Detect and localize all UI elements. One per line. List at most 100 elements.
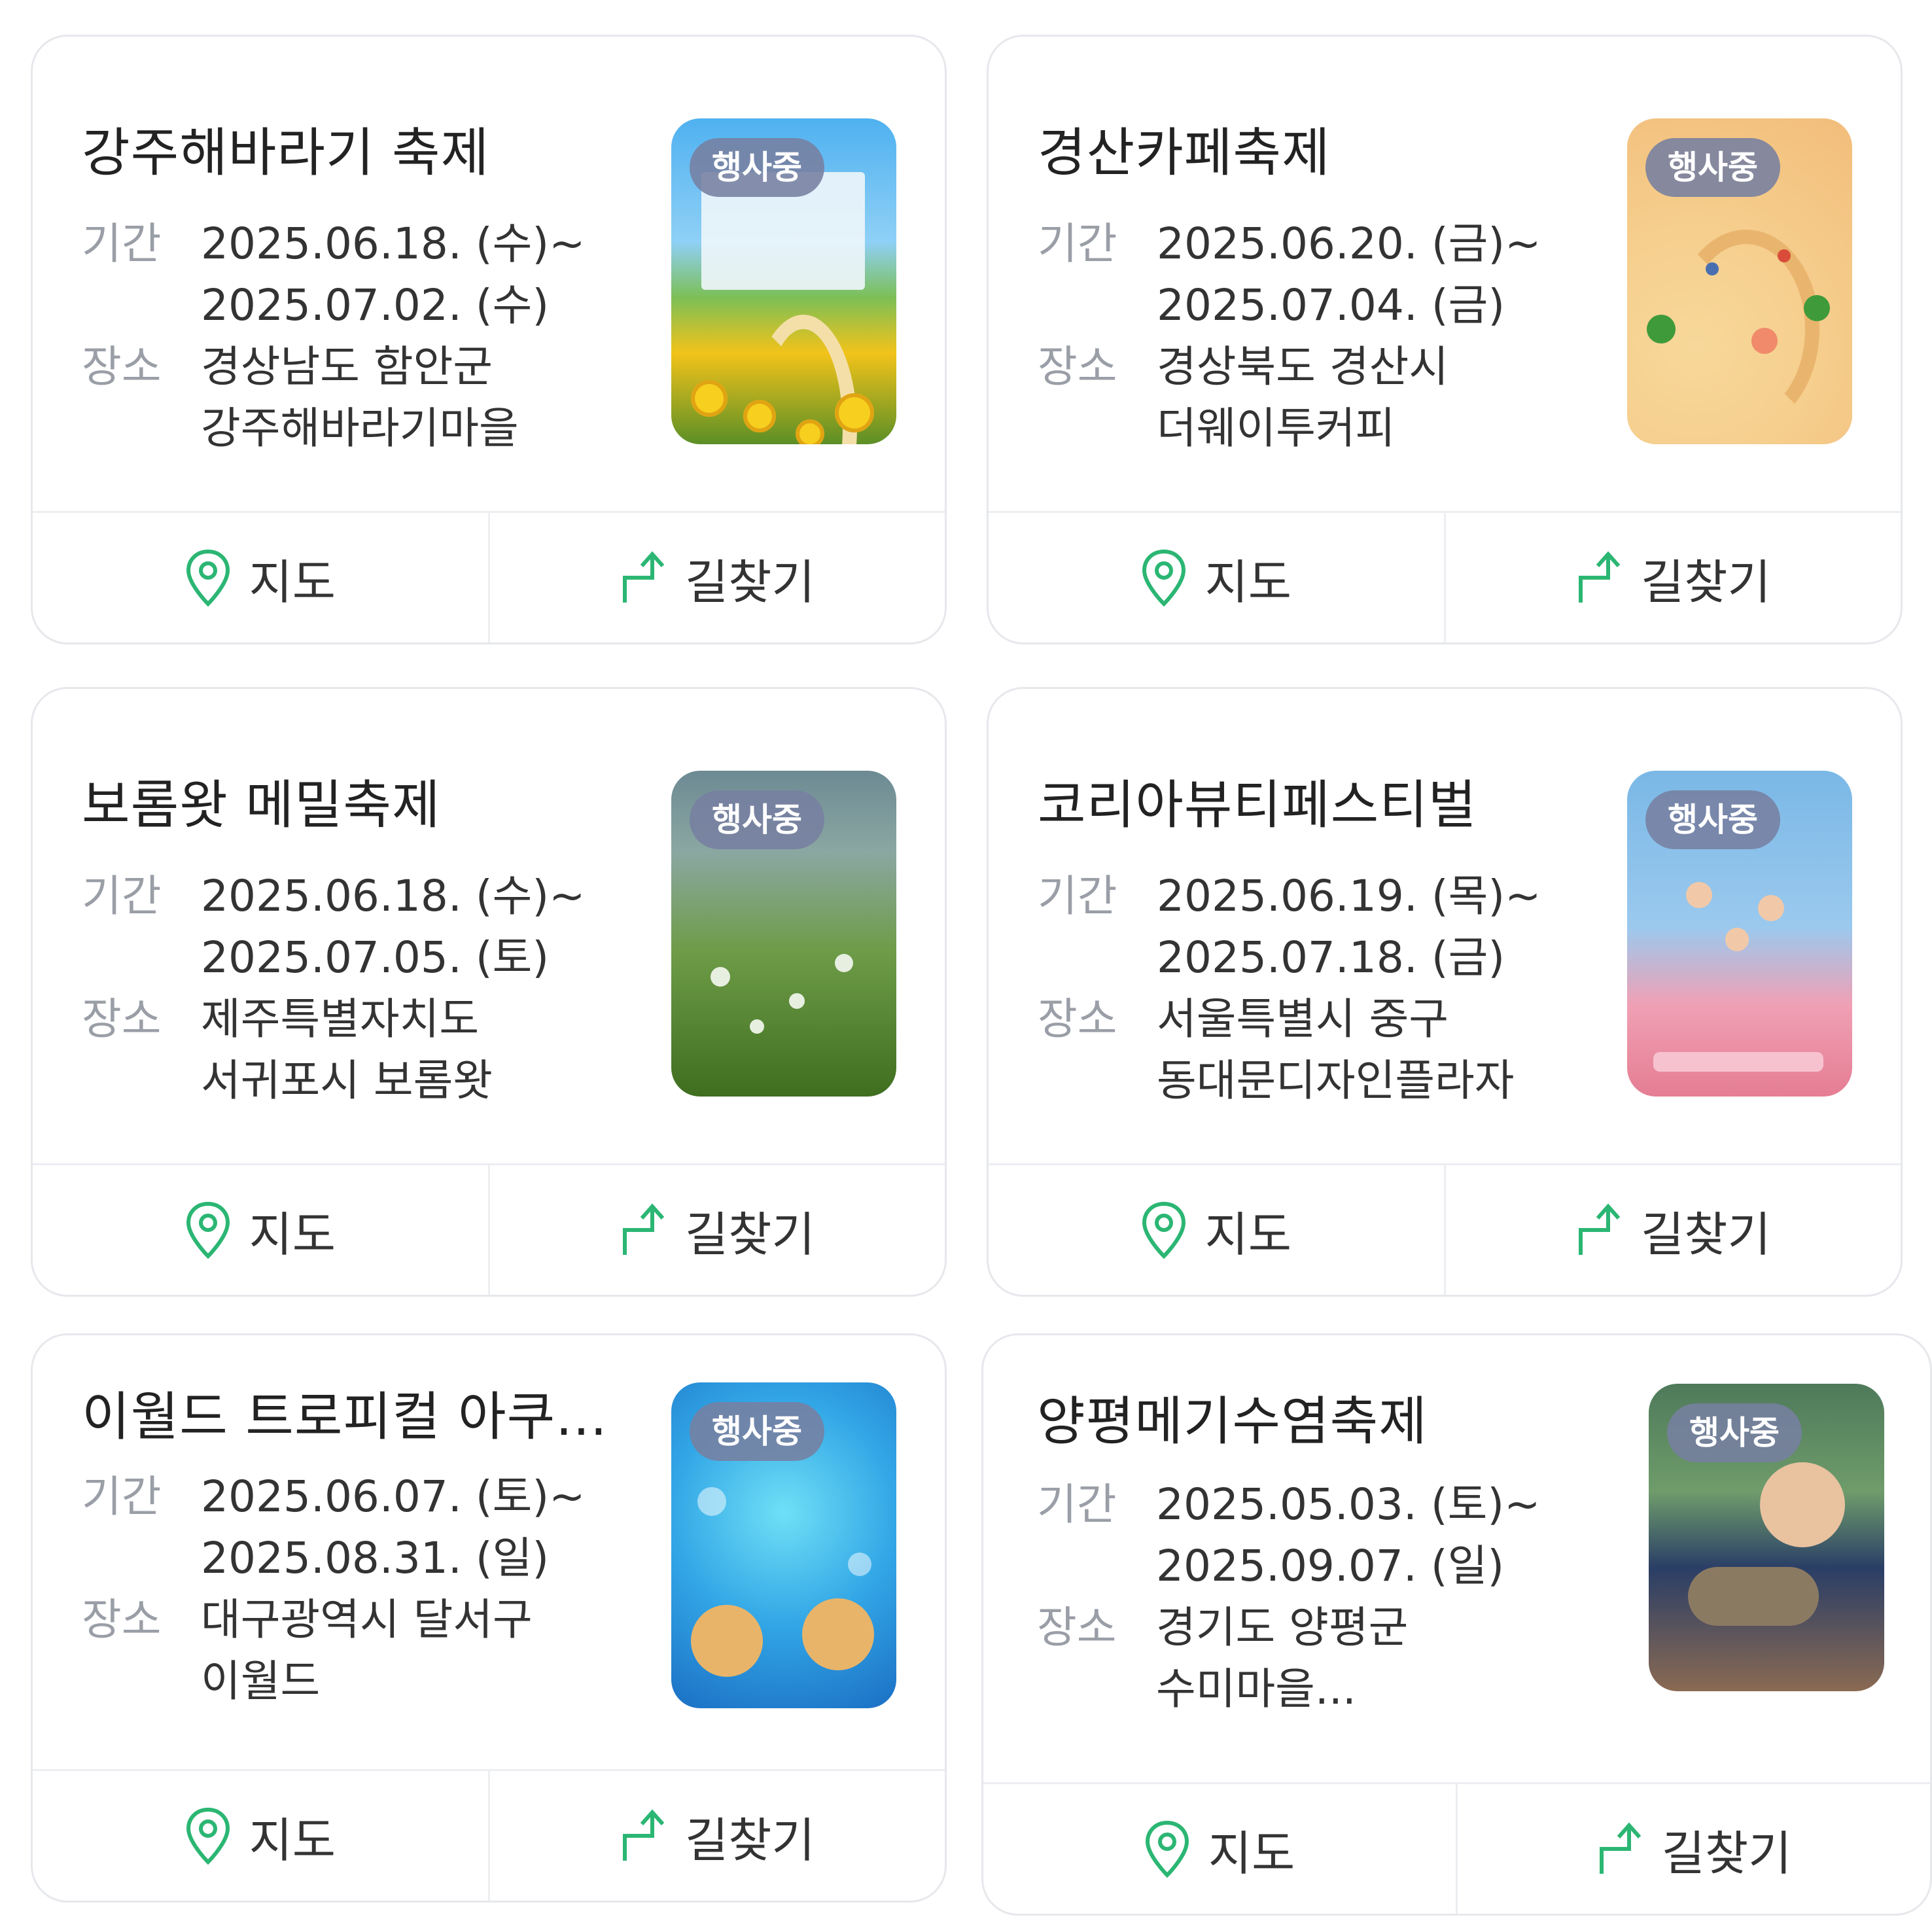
directions-button[interactable]: 길찾기 [1443,1165,1901,1295]
status-badge: 행사중 [690,1402,824,1461]
card-body[interactable]: 코리아뷰티페스티벌 기간 2025.06.19. (목)~ 2025.07.18… [989,689,1901,1168]
period-row: 기간 2025.06.20. (금)~ 2025.07.04. (금) [1038,213,1626,336]
festival-info: 기간 2025.06.07. (토)~ 2025.08.31. (일) 장소 대… [82,1466,671,1712]
place-line-1: 경상북도 경산시 [1157,342,1449,392]
festival-card[interactable]: 코리아뷰티페스티벌 기간 2025.06.19. (목)~ 2025.07.18… [987,687,1903,1297]
status-badge: 행사중 [1645,138,1780,197]
period-end: 2025.09.07. (일) [1156,1541,1505,1591]
period-label: 기간 [82,871,162,921]
festival-thumbnail[interactable]: 행사중 [671,1382,896,1708]
card-actions: 지도 길찾기 [33,511,945,642]
place-line-1: 서울특별시 중구 [1157,994,1449,1044]
buckwheat-flower-icon [750,1019,764,1034]
person-icon [1686,882,1712,908]
map-button[interactable]: 지도 [989,1165,1444,1295]
sunflower-icon [796,419,824,444]
festival-info: 기간 2025.05.03. (토)~ 2025.09.07. (일) 장소 경… [1037,1474,1626,1720]
directions-button[interactable]: 길찾기 [487,1771,945,1901]
period-values: 2025.06.07. (토)~ 2025.08.31. (일) [201,1466,585,1589]
map-button-label: 지도 [249,1206,336,1262]
card-body[interactable]: 강주해바라기 축제 기간 2025.06.18. (수)~ 2025.07.02… [33,37,945,516]
festival-thumbnail[interactable]: 행사중 [1649,1384,1884,1691]
map-button[interactable]: 지도 [33,1165,488,1295]
status-badge: 행사중 [1667,1403,1802,1462]
festival-card[interactable]: 보롬왓 메밀축제 기간 2025.06.18. (수)~ 2025.07.05.… [31,687,947,1297]
place-label: 장소 [82,994,162,1044]
period-row: 기간 2025.06.07. (토)~ 2025.08.31. (일) [82,1466,671,1589]
directions-button-label: 길찾기 [1640,1206,1771,1262]
place-values: 대구광역시 달서구 이월드 [201,1589,533,1712]
period-row: 기간 2025.06.19. (목)~ 2025.07.18. (금) [1038,866,1626,989]
card-body[interactable]: 보롬왓 메밀축제 기간 2025.06.18. (수)~ 2025.07.05.… [33,689,945,1168]
card-body[interactable]: 이월드 트로피컬 아쿠... 기간 2025.06.07. (토)~ 2025.… [33,1335,945,1775]
map-button[interactable]: 지도 [989,513,1444,642]
festival-title[interactable]: 이월드 트로피컬 아쿠... [82,1384,638,1450]
turn-arrow-icon [1578,1203,1621,1255]
map-button-label: 지도 [1204,554,1291,610]
festival-thumbnail[interactable]: 행사중 [671,771,896,1097]
festival-card[interactable]: 강주해바라기 축제 기간 2025.06.18. (수)~ 2025.07.02… [31,35,947,644]
turn-arrow-icon [622,551,665,603]
card-body[interactable]: 경산카페축제 기간 2025.06.20. (금)~ 2025.07.04. (… [989,37,1901,516]
place-line-2: 동대문디자인플라자 [1157,1055,1515,1106]
directions-button[interactable]: 길찾기 [1456,1784,1930,1914]
card-body[interactable]: 양평메기수염축제 기간 2025.05.03. (토)~ 2025.09.07.… [983,1335,1930,1789]
festival-card[interactable]: 양평메기수염축제 기간 2025.05.03. (토)~ 2025.09.07.… [981,1333,1932,1916]
period-values: 2025.05.03. (토)~ 2025.09.07. (일) [1156,1474,1540,1597]
turn-arrow-icon [1578,551,1621,603]
festival-thumbnail[interactable]: 행사중 [1627,771,1852,1097]
place-row: 장소 대구광역시 달서구 이월드 [82,1589,671,1712]
festival-title[interactable]: 경산카페축제 [1038,120,1594,186]
festival-title[interactable]: 코리아뷰티페스티벌 [1038,773,1594,838]
map-button[interactable]: 지도 [33,513,488,642]
period-label: 기간 [1038,871,1117,921]
period-values: 2025.06.20. (금)~ 2025.07.04. (금) [1157,213,1541,336]
festival-thumbnail[interactable]: 행사중 [671,118,896,444]
map-button-label: 지도 [249,554,336,610]
place-line-1: 대구광역시 달서구 [201,1594,533,1645]
place-label: 장소 [1038,994,1117,1044]
place-label: 장소 [82,1594,162,1645]
period-end: 2025.07.02. (수) [201,280,550,330]
period-end: 2025.07.05. (토) [201,932,550,983]
period-end: 2025.07.04. (금) [1157,280,1505,330]
place-line-1: 제주특별자치도 [201,994,480,1044]
period-end: 2025.08.31. (일) [201,1533,550,1583]
place-row: 장소 경상북도 경산시 더웨이투커피 [1038,336,1626,459]
place-line-1: 경기도 양평군 [1156,1602,1409,1653]
festival-title[interactable]: 보롬왓 메밀축제 [82,773,638,838]
place-line-2: 더웨이투커피 [1157,403,1396,453]
map-button[interactable]: 지도 [983,1784,1456,1914]
festival-card[interactable]: 이월드 트로피컬 아쿠... 기간 2025.06.07. (토)~ 2025.… [31,1333,947,1903]
festival-info: 기간 2025.06.18. (수)~ 2025.07.02. (수) 장소 경… [82,213,671,459]
place-values: 경상남도 함안군 강주해바라기마을 [201,336,519,459]
festival-title[interactable]: 강주해바라기 축제 [82,120,638,186]
festival-title[interactable]: 양평메기수염축제 [1037,1389,1593,1454]
card-actions: 지도 길찾기 [33,1163,945,1295]
directions-button[interactable]: 길찾기 [487,513,945,642]
period-label: 기간 [1038,219,1117,269]
bear-character-icon [691,1605,763,1677]
map-button[interactable]: 지도 [33,1771,488,1901]
sunflower-icon [743,400,776,432]
child-face-icon [1760,1462,1845,1547]
place-row: 장소 서울특별시 중구 동대문디자인플라자 [1038,989,1626,1112]
place-values: 경기도 양평군 수미마을... [1156,1597,1408,1720]
place-row: 장소 경상남도 함안군 강주해바라기마을 [82,336,671,459]
directions-button[interactable]: 길찾기 [487,1165,945,1295]
person-icon [1725,928,1749,951]
map-pin-icon [186,1807,230,1865]
directions-button[interactable]: 길찾기 [1443,513,1901,642]
directions-button-label: 길찾기 [1661,1825,1792,1881]
period-values: 2025.06.18. (수)~ 2025.07.05. (토) [201,866,585,989]
place-line-2: 이월드 [201,1656,321,1706]
festival-info: 기간 2025.06.19. (목)~ 2025.07.18. (금) 장소 서… [1038,866,1626,1112]
map-button-label: 지도 [1208,1825,1295,1881]
festival-thumbnail[interactable]: 행사중 [1627,118,1852,444]
festival-card[interactable]: 경산카페축제 기간 2025.06.20. (금)~ 2025.07.04. (… [987,35,1903,644]
buckwheat-flower-icon [711,967,730,987]
card-actions: 지도 길찾기 [989,511,1901,642]
place-values: 경상북도 경산시 더웨이투커피 [1157,336,1449,459]
directions-button-label: 길찾기 [684,554,815,610]
place-values: 서울특별시 중구 동대문디자인플라자 [1157,989,1514,1112]
